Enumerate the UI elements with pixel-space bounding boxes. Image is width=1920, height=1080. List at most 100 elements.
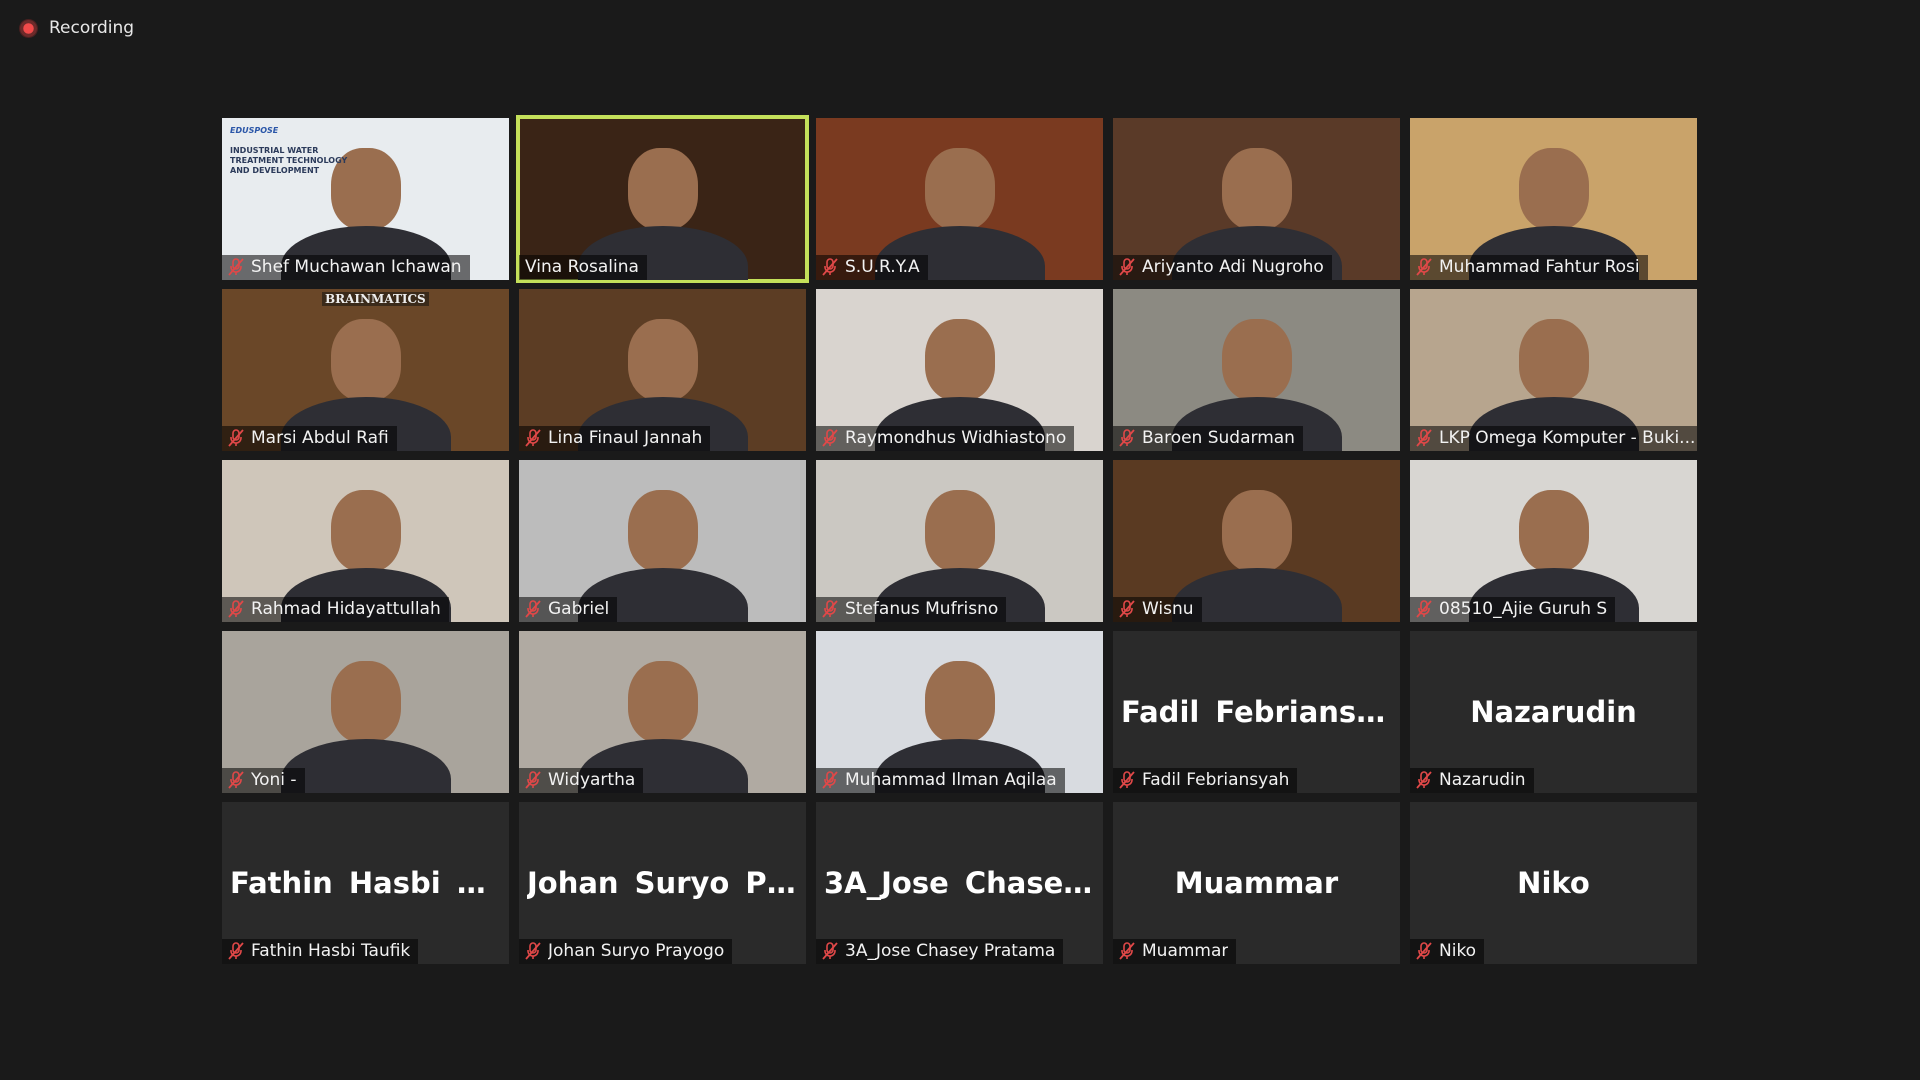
participant-name-label: LKP Omega Komputer - Buki... bbox=[1410, 426, 1697, 451]
recording-indicator[interactable]: Recording bbox=[20, 18, 134, 38]
participant-tile[interactable]: Nazarudin Nazarudin bbox=[1410, 631, 1697, 793]
participant-tile[interactable]: Muhammad Fahtur Rosi bbox=[1410, 118, 1697, 280]
poster-brand: EDUSPOSE bbox=[230, 126, 279, 135]
muted-mic-icon bbox=[525, 429, 541, 447]
participant-name: Muhammad Ilman Aqilaa bbox=[845, 770, 1057, 790]
participant-name: Vina Rosalina bbox=[525, 257, 639, 277]
participant-tile[interactable]: 08510_Ajie Guruh S bbox=[1410, 460, 1697, 622]
participant-video bbox=[1221, 319, 1292, 401]
muted-mic-icon bbox=[822, 771, 838, 789]
participant-tile[interactable]: INDUSTRIAL WATER TREATMENT TECHNOLOGY AN… bbox=[222, 118, 509, 280]
participant-name: Niko bbox=[1439, 941, 1477, 961]
muted-mic-icon bbox=[228, 429, 244, 447]
participant-video bbox=[924, 319, 995, 401]
participant-video bbox=[1221, 490, 1292, 572]
participant-tile[interactable]: BRAINMATICS Marsi Abdul Rafi bbox=[222, 289, 509, 451]
participant-tile[interactable]: LKP Omega Komputer - Buki... bbox=[1410, 289, 1697, 451]
participant-video bbox=[627, 319, 698, 401]
muted-mic-icon bbox=[228, 942, 244, 960]
participant-display-name: Muammar bbox=[1174, 866, 1339, 900]
muted-mic-icon bbox=[525, 600, 541, 618]
muted-mic-icon bbox=[1416, 429, 1432, 447]
muted-mic-icon bbox=[1416, 258, 1432, 276]
participant-tile[interactable]: Vina Rosalina bbox=[516, 115, 809, 283]
participant-video bbox=[924, 661, 995, 743]
participant-tile[interactable]: Fadil Febriansyah Fadil Febriansyah bbox=[1113, 631, 1400, 793]
participant-name: Muammar bbox=[1142, 941, 1229, 961]
participant-tile[interactable]: Fathin Hasbi Ta... Fathin Hasbi Taufik bbox=[222, 802, 509, 964]
participant-name: 08510_Ajie Guruh S bbox=[1439, 599, 1608, 619]
participant-name-label: Stefanus Mufrisno bbox=[816, 597, 1007, 622]
participant-name-label: Shef Muchawan Ichawan bbox=[222, 255, 470, 280]
muted-mic-icon bbox=[822, 600, 838, 618]
participant-tile[interactable]: Yoni - bbox=[222, 631, 509, 793]
recording-label: Recording bbox=[49, 18, 135, 38]
muted-mic-icon bbox=[525, 942, 541, 960]
participant-video bbox=[924, 490, 995, 572]
participant-display-name: Fathin Hasbi Ta... bbox=[230, 866, 501, 900]
muted-mic-icon bbox=[228, 258, 244, 276]
participant-video bbox=[627, 490, 698, 572]
participant-tile[interactable]: S.U.R.Y.A bbox=[816, 118, 1103, 280]
participant-display-name: 3A_Jose Chasey... bbox=[824, 866, 1095, 900]
poster-text: INDUSTRIAL WATER TREATMENT TECHNOLOGY AN… bbox=[230, 146, 348, 175]
muted-mic-icon bbox=[228, 600, 244, 618]
participant-name-label: Nazarudin bbox=[1410, 768, 1534, 793]
wall-sign: BRAINMATICS bbox=[322, 292, 429, 306]
participant-name-label: Marsi Abdul Rafi bbox=[222, 426, 397, 451]
participant-name-label: S.U.R.Y.A bbox=[816, 255, 928, 280]
participant-tile[interactable]: Lina Finaul Jannah bbox=[519, 289, 806, 451]
muted-mic-icon bbox=[1119, 600, 1135, 618]
record-icon bbox=[20, 19, 37, 37]
participant-tile[interactable]: 3A_Jose Chasey... 3A_Jose Chasey Pratama bbox=[816, 802, 1103, 964]
muted-mic-icon bbox=[822, 258, 838, 276]
participant-video bbox=[330, 490, 401, 572]
participant-name-label: Baroen Sudarman bbox=[1113, 426, 1303, 451]
participant-display-name: Niko bbox=[1517, 866, 1590, 900]
participant-name: 3A_Jose Chasey Pratama bbox=[845, 941, 1056, 961]
participant-body bbox=[280, 739, 451, 793]
participant-name: LKP Omega Komputer - Buki... bbox=[1439, 428, 1696, 448]
participant-tile[interactable]: Stefanus Mufrisno bbox=[816, 460, 1103, 622]
gallery-view: INDUSTRIAL WATER TREATMENT TECHNOLOGY AN… bbox=[222, 115, 1697, 964]
participant-name-label: Muhammad Ilman Aqilaa bbox=[816, 768, 1065, 793]
participant-name-label: Wisnu bbox=[1113, 597, 1202, 622]
participant-tile[interactable]: Wisnu bbox=[1113, 460, 1400, 622]
muted-mic-icon bbox=[228, 771, 244, 789]
participant-name: Baroen Sudarman bbox=[1142, 428, 1295, 448]
muted-mic-icon bbox=[1416, 600, 1432, 618]
muted-mic-icon bbox=[1119, 942, 1135, 960]
participant-video bbox=[330, 661, 401, 743]
participant-tile[interactable]: Widyartha bbox=[519, 631, 806, 793]
participant-name-label: Ariyanto Adi Nugroho bbox=[1113, 255, 1332, 280]
participant-name: Fadil Febriansyah bbox=[1142, 770, 1290, 790]
participant-name: Fathin Hasbi Taufik bbox=[251, 941, 411, 961]
participant-tile[interactable]: Gabriel bbox=[519, 460, 806, 622]
participant-name: S.U.R.Y.A bbox=[845, 257, 920, 277]
participant-tile[interactable]: Johan Suryo Pr... Johan Suryo Prayogo bbox=[519, 802, 806, 964]
muted-mic-icon bbox=[525, 771, 541, 789]
participant-name: Nazarudin bbox=[1439, 770, 1526, 790]
participant-display-name: Fadil Febriansyah bbox=[1121, 695, 1392, 729]
participant-name-label: Muammar bbox=[1113, 939, 1237, 964]
muted-mic-icon bbox=[822, 429, 838, 447]
participant-name-label: Niko bbox=[1410, 939, 1485, 964]
participant-tile[interactable]: Muhammad Ilman Aqilaa bbox=[816, 631, 1103, 793]
participant-name-label: Johan Suryo Prayogo bbox=[519, 939, 733, 964]
participant-name: Widyartha bbox=[548, 770, 636, 790]
participant-name: Rahmad Hidayattullah bbox=[251, 599, 441, 619]
participant-name: Johan Suryo Prayogo bbox=[548, 941, 725, 961]
participant-name-label: Raymondhus Widhiastono bbox=[816, 426, 1075, 451]
participant-tile[interactable]: Raymondhus Widhiastono bbox=[816, 289, 1103, 451]
participant-tile[interactable]: Rahmad Hidayattullah bbox=[222, 460, 509, 622]
participant-tile[interactable]: Muammar Muammar bbox=[1113, 802, 1400, 964]
muted-mic-icon bbox=[1416, 942, 1432, 960]
participant-video bbox=[627, 661, 698, 743]
participant-name: Marsi Abdul Rafi bbox=[251, 428, 389, 448]
participant-name: Shef Muchawan Ichawan bbox=[251, 257, 462, 277]
participant-tile[interactable]: Baroen Sudarman bbox=[1113, 289, 1400, 451]
participant-name: Ariyanto Adi Nugroho bbox=[1142, 257, 1324, 277]
participant-tile[interactable]: Ariyanto Adi Nugroho bbox=[1113, 118, 1400, 280]
participant-name-label: Vina Rosalina bbox=[519, 255, 647, 280]
participant-tile[interactable]: Niko Niko bbox=[1410, 802, 1697, 964]
